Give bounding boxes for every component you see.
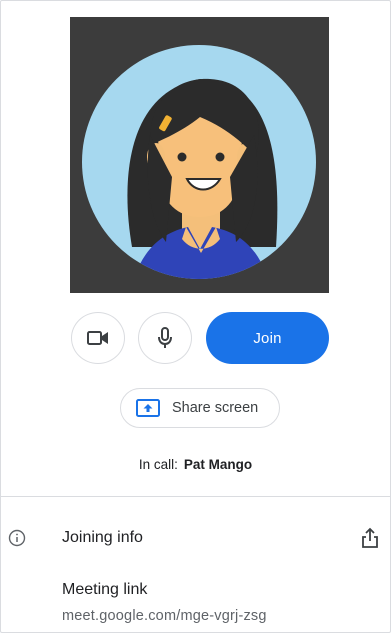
microphone-icon — [158, 327, 172, 348]
avatar-illustration — [70, 17, 329, 293]
share-export-icon[interactable] — [360, 527, 380, 549]
microphone-toggle-button[interactable] — [138, 312, 192, 364]
video-camera-icon — [87, 331, 108, 345]
present-screen-icon — [136, 399, 160, 417]
camera-toggle-button[interactable] — [71, 312, 125, 364]
join-button[interactable]: Join — [206, 312, 329, 364]
share-screen-button[interactable]: Share screen — [120, 388, 280, 428]
call-controls: Join — [0, 312, 391, 364]
in-call-status: In call: Pat Mango — [0, 457, 391, 472]
self-view-preview — [70, 17, 329, 293]
section-divider — [0, 496, 391, 497]
joining-info-title: Joining info — [62, 529, 143, 546]
meeting-link-title: Meeting link — [62, 581, 148, 598]
in-call-participant: Pat Mango — [183, 457, 253, 472]
info-icon — [8, 529, 26, 547]
in-call-prefix: In call: — [138, 457, 178, 472]
share-screen-label: Share screen — [172, 400, 259, 416]
meeting-link-url[interactable]: meet.google.com/mge-vgrj-zsg — [62, 608, 267, 624]
